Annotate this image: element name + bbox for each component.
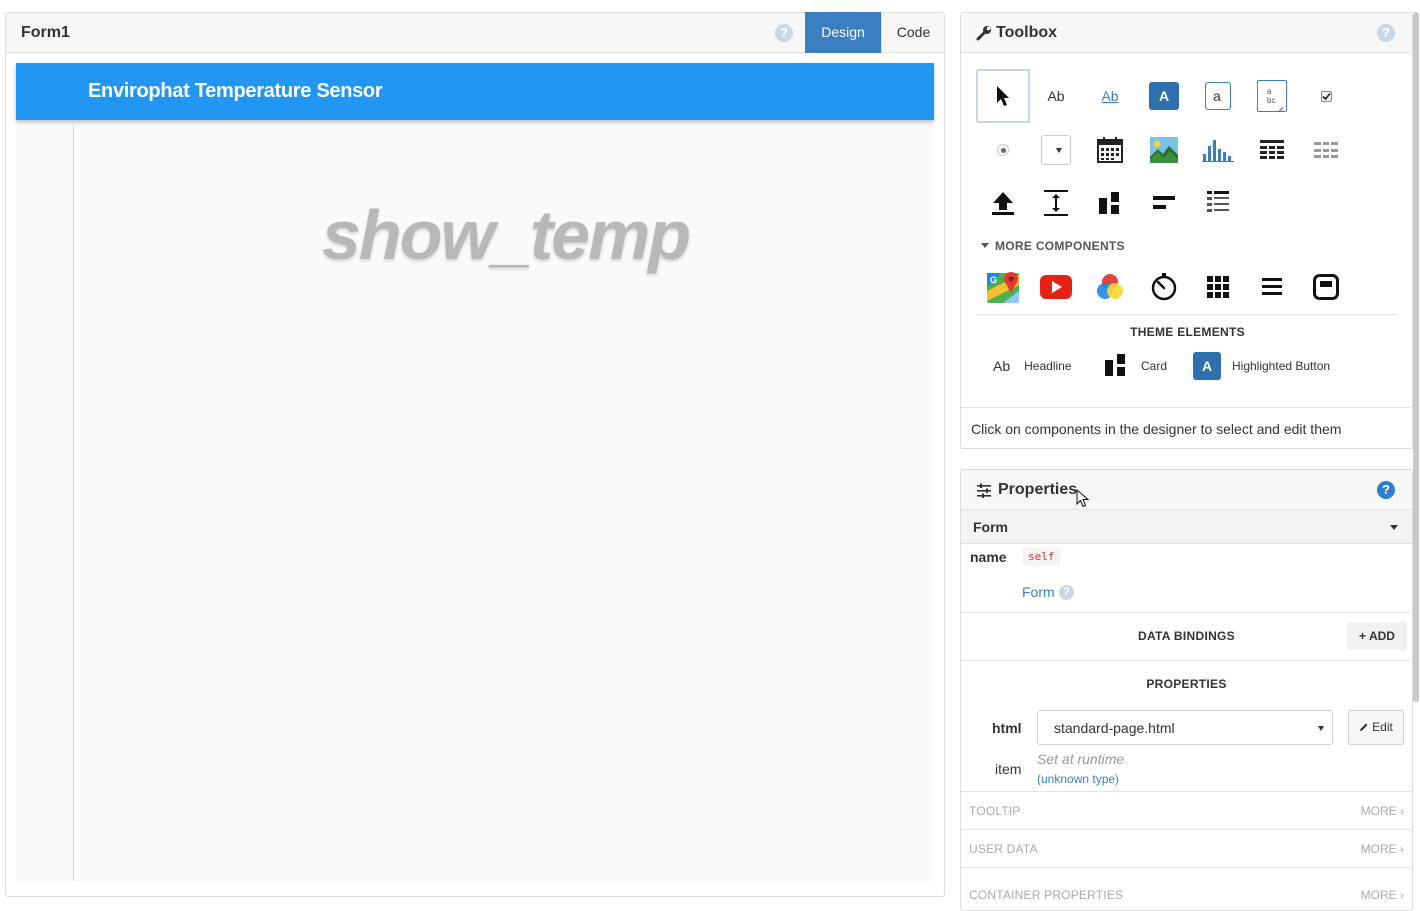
label-icon[interactable]: Ab bbox=[1029, 69, 1083, 123]
caret-down-icon bbox=[1318, 726, 1324, 731]
theme-item-label: Headline bbox=[1024, 359, 1072, 373]
svg-text:G: G bbox=[990, 275, 997, 285]
properties-section-title: PROPERTIES bbox=[1146, 677, 1227, 691]
theme-elements-label: THEME ELEMENTS bbox=[1130, 325, 1245, 339]
section-divider bbox=[961, 612, 1412, 613]
section-divider bbox=[961, 660, 1412, 661]
properties-title: Properties bbox=[998, 481, 1078, 498]
item-type-link[interactable]: (unknown type) bbox=[1037, 772, 1119, 786]
app-title[interactable]: Envirophat Temperature Sensor bbox=[88, 80, 383, 103]
theme-item-label: Highlighted Button bbox=[1232, 359, 1331, 373]
form-help-icon[interactable]: ? bbox=[1059, 585, 1074, 600]
theme-item-card[interactable]: Card bbox=[1105, 351, 1167, 381]
toolbox-header: Toolbox ? bbox=[961, 13, 1412, 53]
html-property-label: html bbox=[992, 720, 1022, 736]
google-map-icon[interactable]: G bbox=[976, 260, 1030, 314]
headline-icon: Ab bbox=[993, 358, 1011, 374]
html-panel-icon[interactable] bbox=[1299, 260, 1353, 314]
dropdown-icon[interactable] bbox=[1029, 123, 1083, 177]
section-title: CONTAINER PROPERTIES bbox=[969, 888, 1124, 902]
more-toggle[interactable]: MORE › bbox=[1361, 842, 1404, 856]
more-toggle[interactable]: MORE › bbox=[1361, 888, 1404, 902]
section-container-properties[interactable]: CONTAINER PROPERTIES MORE › bbox=[961, 867, 1412, 905]
form-type-link[interactable]: Form bbox=[1022, 584, 1055, 600]
theme-divider bbox=[976, 314, 1397, 315]
toolbox-title: Toolbox bbox=[996, 24, 1058, 41]
more-toggle[interactable]: MORE › bbox=[1361, 804, 1404, 818]
more-components-toggle[interactable]: MORE COMPONENTS bbox=[981, 239, 1125, 253]
tab-design[interactable]: Design bbox=[805, 12, 881, 53]
button-icon[interactable]: A bbox=[1137, 69, 1191, 123]
section-tooltip[interactable]: TOOLTIP MORE › bbox=[961, 791, 1412, 829]
timer-icon[interactable] bbox=[1137, 260, 1191, 314]
designer-help-icon[interactable]: ? bbox=[775, 24, 793, 42]
highlighted-button-icon: A bbox=[1193, 352, 1221, 380]
radiobutton-icon[interactable] bbox=[976, 123, 1030, 177]
html-template-value: standard-page.html bbox=[1054, 720, 1175, 736]
designer-header: Form1 ? Design Code bbox=[6, 12, 945, 53]
form-title: Form1 bbox=[21, 24, 70, 41]
canvas-icon[interactable] bbox=[1083, 260, 1137, 314]
image-icon[interactable] bbox=[1137, 123, 1191, 177]
section-title: TOOLTIP bbox=[969, 804, 1021, 818]
item-property-label: item bbox=[995, 761, 1022, 777]
data-grid-icon[interactable] bbox=[1299, 123, 1353, 177]
sidebar-scrollbar[interactable] bbox=[1413, 12, 1419, 702]
datepicker-icon[interactable] bbox=[1083, 123, 1137, 177]
name-label: name bbox=[970, 549, 1007, 565]
fileloader-icon[interactable] bbox=[976, 176, 1030, 230]
content-slot-placeholder[interactable]: show_temp bbox=[322, 195, 691, 275]
item-runtime-note: Set at runtime bbox=[1037, 751, 1125, 767]
mouse-cursor-icon bbox=[1076, 489, 1090, 508]
toolbox-panel: Toolbox ? Ab Ab A a a bc MORE COMPONENTS… bbox=[960, 12, 1413, 449]
more-components-label: MORE COMPONENTS bbox=[995, 239, 1125, 253]
properties-header: Properties ? bbox=[961, 470, 1412, 510]
app-title-bar[interactable]: Envirophat Temperature Sensor bbox=[16, 63, 934, 120]
checkbox-icon[interactable] bbox=[1299, 69, 1353, 123]
flow-panel-icon[interactable] bbox=[1191, 176, 1245, 230]
section-title: USER DATA bbox=[969, 842, 1038, 856]
properties-help-icon[interactable]: ? bbox=[1377, 481, 1395, 499]
edit-html-button[interactable]: Edit bbox=[1348, 710, 1404, 745]
spacer-icon[interactable] bbox=[1029, 176, 1083, 230]
edit-label: Edit bbox=[1372, 720, 1393, 734]
properties-panel: Properties ? Form name self Form ? DATA … bbox=[960, 469, 1413, 911]
youtube-icon[interactable] bbox=[1029, 260, 1083, 314]
sliders-icon bbox=[977, 483, 991, 498]
theme-item-headline[interactable]: Ab Headline bbox=[993, 351, 1072, 381]
column-panel-icon[interactable] bbox=[1083, 176, 1137, 230]
component-select[interactable]: Form bbox=[961, 510, 1412, 544]
plot-icon[interactable] bbox=[1191, 123, 1245, 177]
html-template-select[interactable]: standard-page.html bbox=[1037, 710, 1333, 745]
section-user-data[interactable]: USER DATA MORE › bbox=[961, 829, 1412, 867]
repeating-panel-icon[interactable] bbox=[1245, 123, 1299, 177]
wrench-icon bbox=[976, 26, 991, 41]
card-icon bbox=[1105, 353, 1127, 379]
designer-panel: Form1 ? Design Code Envirophat Temperatu… bbox=[5, 12, 945, 897]
pencil-icon bbox=[1360, 723, 1368, 731]
xy-panel-icon[interactable] bbox=[1245, 260, 1299, 314]
pointer-icon[interactable] bbox=[976, 69, 1030, 123]
linear-panel-icon[interactable] bbox=[1137, 176, 1191, 230]
textarea-icon[interactable]: a bc bbox=[1245, 69, 1299, 123]
textbox-icon[interactable]: a bbox=[1191, 69, 1245, 123]
theme-item-highlighted-button[interactable]: A Highlighted Button bbox=[1193, 351, 1330, 381]
sidebar-divider bbox=[73, 120, 74, 881]
component-select-value: Form bbox=[973, 519, 1008, 535]
theme-item-label: Card bbox=[1141, 359, 1168, 373]
name-value[interactable]: self bbox=[1023, 548, 1060, 565]
toolbox-help-icon[interactable]: ? bbox=[1377, 24, 1395, 42]
form-canvas[interactable]: Envirophat Temperature Sensor show_temp bbox=[16, 63, 934, 881]
data-bindings-title: DATA BINDINGS bbox=[1137, 629, 1235, 643]
caret-down-icon bbox=[1390, 525, 1398, 530]
link-icon[interactable]: Ab bbox=[1083, 69, 1137, 123]
toolbox-hint: Click on components in the designer to s… bbox=[961, 407, 1412, 448]
tab-code[interactable]: Code bbox=[881, 12, 945, 53]
add-binding-button[interactable]: + ADD bbox=[1347, 622, 1407, 650]
caret-down-icon bbox=[981, 243, 989, 249]
grid-panel-icon[interactable] bbox=[1191, 260, 1245, 314]
